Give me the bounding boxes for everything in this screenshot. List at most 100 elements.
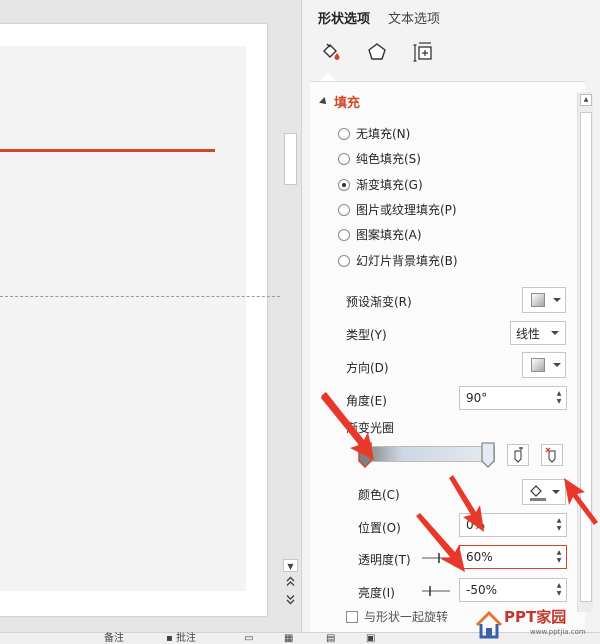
normal-view-icon[interactable]: ▭: [244, 634, 253, 644]
pane-tabs: 形状选项 文本选项: [318, 8, 440, 27]
previous-slide-button[interactable]: [283, 576, 298, 589]
radio-solid-fill[interactable]: 纯色填充(S): [338, 150, 421, 167]
checkbox[interactable]: [346, 610, 358, 623]
spin-buttons[interactable]: ▲ ▼: [554, 517, 564, 533]
radio-button[interactable]: [338, 203, 350, 216]
transparency-spinner[interactable]: 60% ▲ ▼: [459, 545, 567, 569]
radio-label: 图片或纹理填充(P): [356, 203, 457, 217]
fill-settings-panel: 填充 无填充(N) 纯色填充(S) 渐变填充(G) 图片或纹理填充(P) 图案填…: [310, 81, 593, 632]
direction-swatch-icon: [531, 358, 545, 372]
size-properties-category[interactable]: [411, 40, 435, 64]
size-icon: [413, 42, 432, 62]
active-category-pointer: [320, 73, 336, 81]
red-line-shape[interactable]: [0, 149, 215, 152]
slide[interactable]: [0, 24, 267, 616]
radio-label: 纯色填充(S): [356, 152, 421, 166]
gradient-stop[interactable]: [481, 442, 495, 468]
preset-gradient-dropdown[interactable]: [522, 287, 566, 313]
type-label: 类型(Y): [346, 328, 387, 342]
radio-gradient-fill[interactable]: 渐变填充(G): [338, 176, 423, 193]
category-icons: [319, 40, 435, 64]
chevron-down-icon: [553, 298, 561, 302]
fill-color-icon: [530, 485, 546, 501]
collapse-triangle-icon: [319, 96, 329, 107]
radio-label: 图案填充(A): [356, 228, 422, 242]
fill-line-category[interactable]: [319, 40, 343, 64]
position-label: 位置(O): [358, 521, 401, 535]
spin-buttons[interactable]: ▲ ▼: [554, 390, 564, 406]
gradient-swatch-icon: [531, 293, 545, 307]
fill-bucket-icon: [323, 43, 340, 60]
comments-icon: ▪: [166, 633, 173, 644]
radio-pattern-fill[interactable]: 图案填充(A): [338, 226, 422, 243]
transparency-slider[interactable]: [422, 553, 450, 563]
radio-button-checked[interactable]: [338, 178, 350, 191]
watermark-url: www.pptjia.com: [530, 628, 586, 636]
chevron-down-icon: [551, 331, 559, 335]
slide-sorter-icon[interactable]: ▦: [284, 634, 293, 644]
pane-vertical-scrollbar[interactable]: ▲: [577, 92, 593, 612]
notes-label: 备注: [104, 633, 124, 644]
scroll-down-button[interactable]: ▼: [283, 559, 298, 572]
section-title: 填充: [334, 96, 361, 111]
direction-dropdown[interactable]: [522, 352, 566, 378]
double-up-icon: [286, 576, 295, 586]
editor-vertical-scrollbar[interactable]: ▼: [282, 0, 299, 612]
angle-spinner[interactable]: 90° ▲ ▼: [459, 386, 567, 410]
gradient-stops-label: 渐变光圈: [346, 421, 395, 435]
comments-button[interactable]: ▪ 批注: [166, 634, 196, 644]
brightness-label: 亮度(I): [358, 586, 395, 600]
tab-text-options[interactable]: 文本选项: [388, 8, 440, 27]
radio-label: 无填充(N): [356, 127, 411, 141]
radio-slide-background-fill[interactable]: 幻灯片背景填充(B): [338, 252, 458, 269]
color-dropdown[interactable]: [522, 479, 566, 505]
pane-scroll-thumb[interactable]: [580, 112, 592, 602]
guide-line: [0, 296, 295, 297]
color-label: 颜色(C): [358, 488, 400, 502]
angle-value: 90°: [466, 391, 488, 405]
scroll-up-button[interactable]: ▲: [580, 94, 592, 106]
pentagon-icon: [368, 43, 386, 60]
watermark-logo: PPT家园 www.pptjia.com: [474, 602, 600, 644]
effects-category[interactable]: [365, 40, 389, 64]
fill-section-header[interactable]: 填充: [319, 92, 361, 111]
add-gradient-stop-button[interactable]: [507, 444, 529, 466]
gradient-stops-bar[interactable]: [362, 446, 495, 462]
spin-buttons[interactable]: ▲ ▼: [554, 549, 564, 565]
spin-buttons[interactable]: ▲ ▼: [554, 582, 564, 598]
angle-label: 角度(E): [346, 394, 387, 408]
slideshow-icon[interactable]: ▣: [366, 634, 375, 644]
remove-stop-icon: [545, 447, 556, 463]
tab-shape-options[interactable]: 形状选项: [318, 8, 370, 27]
brightness-slider[interactable]: [422, 586, 450, 596]
position-spinner[interactable]: 0% ▲ ▼: [459, 513, 567, 537]
radio-button[interactable]: [338, 254, 350, 267]
slide-shape[interactable]: [0, 46, 246, 591]
brightness-spinner[interactable]: -50% ▲ ▼: [459, 578, 567, 602]
radio-button[interactable]: [338, 152, 350, 165]
house-logo-icon: [475, 610, 503, 639]
radio-no-fill[interactable]: 无填充(N): [338, 125, 410, 142]
radio-button[interactable]: [338, 127, 350, 140]
rotate-with-shape-row[interactable]: 与形状一起旋转: [346, 608, 448, 625]
rotate-with-shape-label: 与形状一起旋转: [364, 610, 449, 624]
format-shape-pane: 形状选项 文本选项 填充 无填充(N) 纯色填充(S) 渐变填充(G) 图片或纹…: [301, 0, 600, 632]
radio-button[interactable]: [338, 228, 350, 241]
direction-label: 方向(D): [346, 361, 389, 375]
slide-editing-area: [0, 0, 295, 632]
remove-gradient-stop-button[interactable]: [541, 444, 563, 466]
transparency-value: 60%: [466, 550, 493, 564]
preset-gradient-label: 预设渐变(R): [346, 295, 412, 309]
editor-scroll-thumb[interactable]: [284, 133, 297, 185]
comments-label: 批注: [175, 633, 196, 644]
next-slide-button[interactable]: [283, 594, 298, 607]
chevron-down-icon: [553, 363, 561, 367]
reading-view-icon[interactable]: ▤: [326, 634, 335, 644]
radio-label: 渐变填充(G): [356, 178, 423, 192]
notes-button[interactable]: 备注: [104, 634, 124, 644]
type-dropdown[interactable]: 线性: [510, 321, 566, 345]
radio-picture-fill[interactable]: 图片或纹理填充(P): [338, 201, 457, 218]
gradient-stop-selected[interactable]: [358, 442, 372, 468]
position-value: 0%: [466, 518, 486, 532]
watermark-brand: PPT家园: [504, 608, 567, 626]
